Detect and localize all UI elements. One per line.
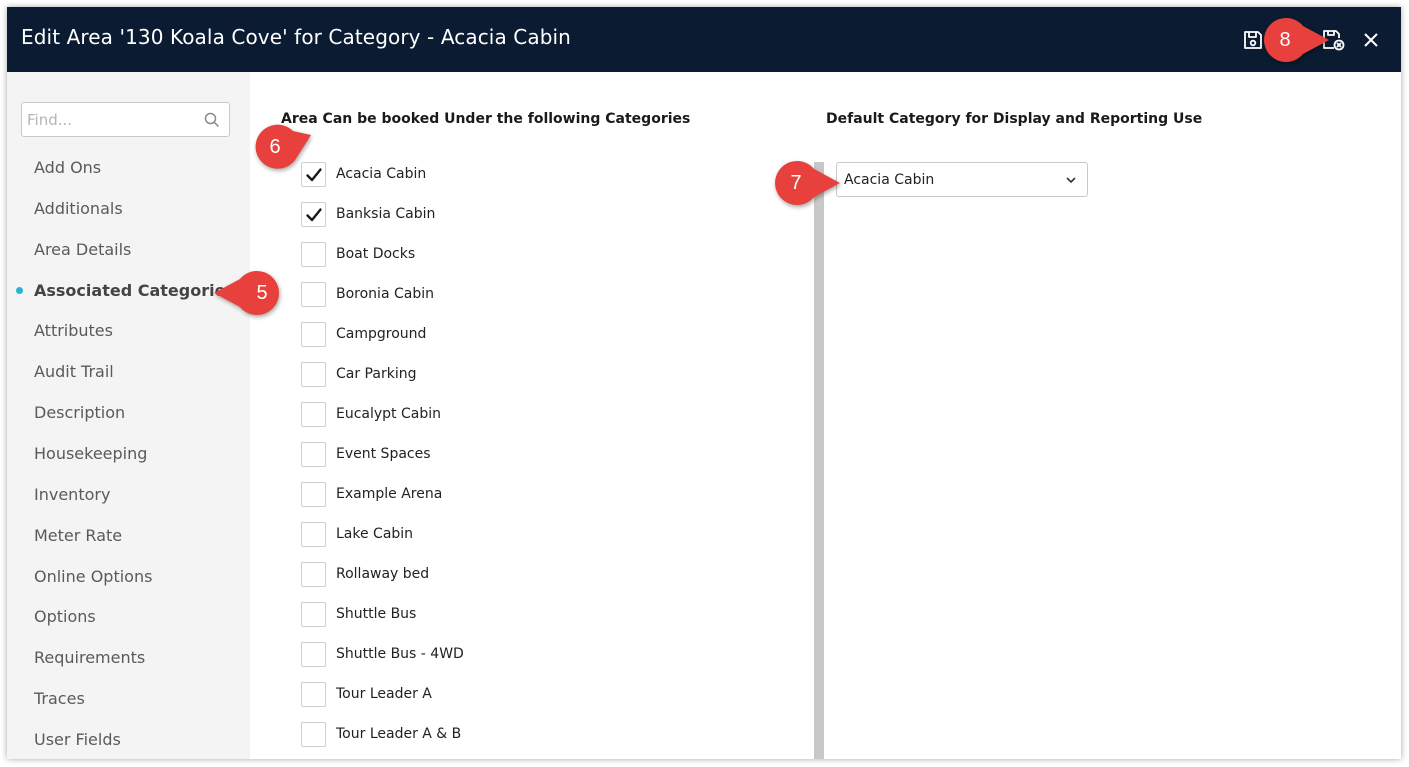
category-label: Eucalypt Cabin bbox=[336, 406, 441, 422]
sidebar-search bbox=[21, 102, 230, 137]
category-label: Shuttle Bus - 4WD bbox=[336, 646, 464, 662]
callout-5-number: 5 bbox=[256, 282, 268, 304]
sidebar-item-online-options[interactable]: Online Options bbox=[34, 567, 152, 586]
category-checkbox[interactable] bbox=[301, 602, 326, 627]
panel-splitter[interactable] bbox=[814, 162, 824, 759]
dialog-title: Edit Area '130 Koala Cove' for Category … bbox=[21, 25, 571, 49]
sidebar-item-additionals[interactable]: Additionals bbox=[34, 199, 123, 218]
callout-7-number: 7 bbox=[790, 172, 802, 194]
sidebar-item-user-fields[interactable]: User Fields bbox=[34, 730, 121, 749]
category-checkbox[interactable] bbox=[301, 482, 326, 507]
default-category-value: Acacia Cabin bbox=[844, 172, 935, 188]
callout-5: 5 bbox=[214, 271, 284, 315]
sidebar-item-housekeeping[interactable]: Housekeeping bbox=[34, 444, 147, 463]
default-category-select[interactable]: Acacia Cabin bbox=[836, 162, 1088, 197]
sidebar-item-inventory[interactable]: Inventory bbox=[34, 485, 110, 504]
category-checkbox[interactable] bbox=[301, 202, 326, 227]
checkmark-icon bbox=[306, 208, 322, 222]
chevron-down-icon bbox=[1066, 177, 1076, 184]
category-checkbox[interactable] bbox=[301, 562, 326, 587]
category-checkbox[interactable] bbox=[301, 242, 326, 267]
sidebar-item-meter-rate[interactable]: Meter Rate bbox=[34, 526, 122, 545]
category-checkbox[interactable] bbox=[301, 442, 326, 467]
sidebar-item-options[interactable]: Options bbox=[34, 607, 96, 626]
category-label: Shuttle Bus bbox=[336, 606, 417, 622]
callout-8-number: 8 bbox=[1279, 29, 1291, 51]
sidebar-item-audit-trail[interactable]: Audit Trail bbox=[34, 362, 114, 381]
category-label: Event Spaces bbox=[336, 446, 431, 462]
active-indicator-dot bbox=[16, 287, 23, 294]
category-label: Boronia Cabin bbox=[336, 286, 434, 302]
search-icon bbox=[204, 112, 220, 128]
callout-7: 7 bbox=[774, 161, 844, 205]
sidebar-item-area-details[interactable]: Area Details bbox=[34, 240, 131, 259]
sidebar-item-traces[interactable]: Traces bbox=[34, 689, 85, 708]
category-label: Boat Docks bbox=[336, 246, 416, 262]
default-category-heading: Default Category for Display and Reporti… bbox=[826, 111, 1203, 127]
category-checkbox[interactable] bbox=[301, 362, 326, 387]
category-label: Tour Leader A & B bbox=[336, 726, 462, 742]
category-label: Banksia Cabin bbox=[336, 206, 436, 222]
category-checkbox[interactable] bbox=[301, 522, 326, 547]
callout-8: 8 bbox=[1263, 17, 1333, 62]
category-label: Campground bbox=[336, 326, 427, 342]
category-checkbox[interactable] bbox=[301, 322, 326, 347]
category-checkbox[interactable] bbox=[301, 722, 326, 747]
category-checkbox[interactable] bbox=[301, 402, 326, 427]
callout-6-number: 6 bbox=[269, 136, 281, 158]
search-input[interactable] bbox=[27, 109, 195, 131]
category-checkbox[interactable] bbox=[301, 282, 326, 307]
sidebar-item-add-ons[interactable]: Add Ons bbox=[34, 158, 101, 177]
sidebar: Add Ons Additionals Area Details Associa… bbox=[7, 72, 250, 759]
close-icon[interactable] bbox=[1359, 28, 1383, 52]
sidebar-item-description[interactable]: Description bbox=[34, 403, 125, 422]
callout-6: 6 bbox=[253, 124, 323, 169]
category-label: Example Arena bbox=[336, 486, 443, 502]
category-checkbox[interactable] bbox=[301, 682, 326, 707]
sidebar-item-associated-categories[interactable]: Associated Categories bbox=[34, 281, 235, 300]
category-label: Lake Cabin bbox=[336, 526, 414, 542]
category-label: Acacia Cabin bbox=[336, 166, 427, 182]
category-label: Car Parking bbox=[336, 366, 417, 382]
dialog-header: Edit Area '130 Koala Cove' for Category … bbox=[7, 7, 1401, 72]
categories-heading: Area Can be booked Under the following C… bbox=[281, 111, 691, 127]
category-label: Tour Leader A bbox=[336, 686, 432, 702]
sidebar-item-attributes[interactable]: Attributes bbox=[34, 321, 113, 340]
category-checkbox[interactable] bbox=[301, 642, 326, 667]
category-label: Rollaway bed bbox=[336, 566, 430, 582]
edit-area-dialog: Edit Area '130 Koala Cove' for Category … bbox=[7, 7, 1401, 759]
sidebar-item-requirements[interactable]: Requirements bbox=[34, 648, 145, 667]
save-icon[interactable] bbox=[1241, 28, 1265, 52]
checkmark-icon bbox=[306, 168, 322, 182]
